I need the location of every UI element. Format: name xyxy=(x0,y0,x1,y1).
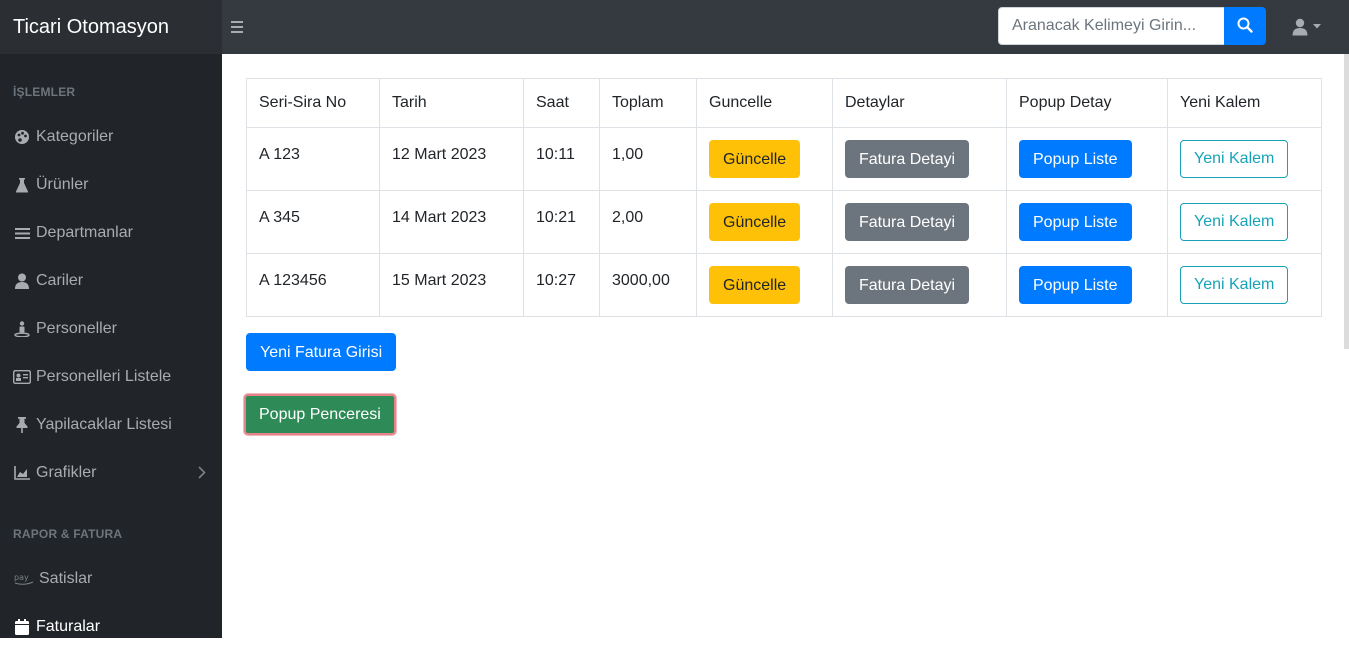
cell-toplam: 2,00 xyxy=(599,190,697,254)
sidebar-item-personeller[interactable]: Personeller xyxy=(0,307,222,351)
sidebar-item-label: Satislar xyxy=(39,570,93,587)
cell-tarih: 15 Mart 2023 xyxy=(379,253,524,317)
search-input[interactable] xyxy=(998,7,1225,45)
cell-saat: 10:11 xyxy=(523,127,600,191)
sidebar-item-label: Grafikler xyxy=(36,464,97,481)
new-item-button[interactable]: Yeni Kalem xyxy=(1180,266,1289,304)
sidebar-item-faturalar[interactable]: Faturalar xyxy=(0,605,222,649)
chart-area-icon xyxy=(13,464,31,482)
menu-toggle-icon[interactable] xyxy=(229,15,245,39)
list-icon xyxy=(13,224,31,242)
sidebar-item-label: Faturalar xyxy=(36,618,101,635)
page-scrollbar[interactable] xyxy=(1344,54,1349,349)
cell-tarih: 12 Mart 2023 xyxy=(379,127,524,191)
sidebar-item-grafikler[interactable]: Grafikler xyxy=(0,451,222,495)
popup-list-button[interactable]: Popup Liste xyxy=(1019,266,1132,304)
invoice-detail-button[interactable]: Fatura Detayi xyxy=(845,266,970,304)
new-item-button[interactable]: Yeni Kalem xyxy=(1180,140,1289,178)
search-icon xyxy=(1237,17,1253,33)
popup-list-button[interactable]: Popup Liste xyxy=(1019,140,1132,178)
user-menu-dropdown[interactable] xyxy=(1286,14,1326,40)
popup-window-button[interactable]: Popup Penceresi xyxy=(244,394,396,435)
sidebar-item-satislar[interactable]: pay Satislar xyxy=(0,557,222,601)
sidebar-item-label: Yapilacaklar Listesi xyxy=(36,416,172,433)
sidebar-item-label: Kategoriler xyxy=(36,128,114,145)
invoice-table: Seri-Sira No Tarih Saat Toplam Guncelle … xyxy=(246,78,1322,317)
column-header: Seri-Sira No xyxy=(246,78,380,128)
cell-seri: A 345 xyxy=(246,190,380,254)
sidebar-item-departmanlar[interactable]: Departmanlar xyxy=(0,211,222,255)
invoice-detail-button[interactable]: Fatura Detayi xyxy=(845,203,970,241)
column-header: Saat xyxy=(523,78,600,128)
sidebar-item-kategoriler[interactable]: Kategoriler xyxy=(0,115,222,159)
cell-saat: 10:27 xyxy=(523,253,600,317)
cell-toplam: 1,00 xyxy=(599,127,697,191)
table-row: A 123 12 Mart 2023 10:11 1,00 Güncelle F… xyxy=(246,127,1322,191)
search-button[interactable] xyxy=(1224,7,1266,45)
sidebar-item-label: Ürünler xyxy=(36,176,89,193)
cell-toplam: 3000,00 xyxy=(599,253,697,317)
column-header: Guncelle xyxy=(696,78,833,128)
cell-seri: A 123456 xyxy=(246,253,380,317)
user-icon xyxy=(13,272,31,290)
popup-list-button[interactable]: Popup Liste xyxy=(1019,203,1132,241)
cell-saat: 10:21 xyxy=(523,190,600,254)
flask-icon xyxy=(13,176,31,194)
cell-tarih: 14 Mart 2023 xyxy=(379,190,524,254)
sidebar-item-label: Personeller xyxy=(36,320,117,337)
column-header: Tarih xyxy=(379,78,524,128)
table-row: A 123456 15 Mart 2023 10:27 3000,00 Günc… xyxy=(246,253,1322,317)
caret-down-icon xyxy=(1313,24,1321,29)
update-button[interactable]: Güncelle xyxy=(709,266,801,304)
svg-text:pay: pay xyxy=(14,573,29,582)
new-invoice-button[interactable]: Yeni Fatura Girisi xyxy=(246,333,397,371)
top-navbar: Ticari Otomasyon xyxy=(0,0,1349,54)
update-button[interactable]: Güncelle xyxy=(709,203,801,241)
update-button[interactable]: Güncelle xyxy=(709,140,801,178)
app-title[interactable]: Ticari Otomasyon xyxy=(0,0,222,54)
sidebar-item-cariler[interactable]: Cariler xyxy=(0,259,222,303)
pay-icon: pay xyxy=(13,570,35,588)
sidebar-item-urunler[interactable]: Ürünler xyxy=(0,163,222,207)
id-card-icon xyxy=(13,368,31,386)
table-row: A 345 14 Mart 2023 10:21 2,00 Güncelle F… xyxy=(246,190,1322,254)
user-icon xyxy=(1292,18,1308,36)
chevron-right-icon xyxy=(198,466,206,479)
sidebar-heading-islemler: İŞLEMLER xyxy=(13,85,76,99)
search-form xyxy=(998,7,1266,45)
cell-seri: A 123 xyxy=(246,127,380,191)
column-header: Detaylar xyxy=(832,78,1007,128)
sidebar: İŞLEMLER Kategoriler Ürünler Departmanla… xyxy=(0,54,222,638)
column-header: Popup Detay xyxy=(1006,78,1168,128)
sidebar-item-yapilacaklar-listesi[interactable]: Yapilacaklar Listesi xyxy=(0,403,222,447)
column-header: Yeni Kalem xyxy=(1167,78,1322,128)
thumbtack-icon xyxy=(13,416,31,434)
sidebar-item-label: Cariler xyxy=(36,272,84,289)
new-item-button[interactable]: Yeni Kalem xyxy=(1180,203,1289,241)
sidebar-heading-rapor-fatura: RAPOR & FATURA xyxy=(13,527,123,541)
column-header: Toplam xyxy=(599,78,697,128)
invoice-detail-button[interactable]: Fatura Detayi xyxy=(845,140,970,178)
sidebar-item-label: Personelleri Listele xyxy=(36,368,172,385)
palette-icon xyxy=(13,128,31,146)
table-header-row: Seri-Sira No Tarih Saat Toplam Guncelle … xyxy=(246,78,1322,128)
sidebar-item-personelleri-listele[interactable]: Personelleri Listele xyxy=(0,355,222,399)
sidebar-item-label: Departmanlar xyxy=(36,224,133,241)
street-view-icon xyxy=(13,320,31,338)
calendar-icon xyxy=(13,618,31,636)
